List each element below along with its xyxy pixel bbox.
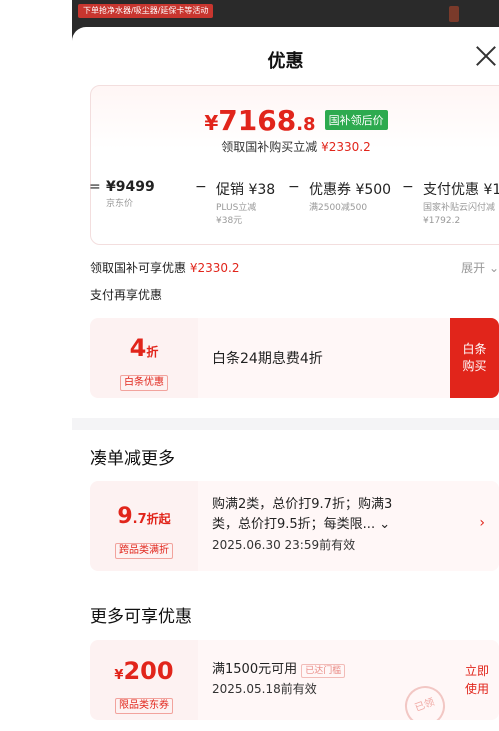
sheet-title: 优惠 bbox=[267, 51, 304, 72]
subsidy-row-amount: ¥2330.2 bbox=[189, 261, 240, 275]
section-title-more-savings: 凑单减更多 bbox=[90, 449, 175, 469]
jd-coupon-value-area: ¥200 限品类东券 bbox=[90, 640, 198, 720]
subsidy-line-amount: ¥2330.2 bbox=[321, 140, 371, 154]
op-equals: = bbox=[89, 179, 101, 195]
breakdown-coupon: 优惠券 ¥500 满2500减500 bbox=[309, 179, 391, 215]
final-price: ¥7168.8 国补领后价 bbox=[91, 104, 499, 137]
price-currency: ¥ bbox=[204, 111, 219, 135]
subsidy-line-text: 领取国补购买立减 bbox=[221, 140, 318, 154]
section-title-extra-offers: 更多可享优惠 bbox=[90, 607, 192, 627]
baitiao-desc: 白条24期息费4折 bbox=[212, 351, 323, 367]
breakdown-desc: 京东价 bbox=[106, 199, 134, 209]
pay-more-label: 支付再享优惠 bbox=[90, 288, 163, 302]
chevron-right-icon: › bbox=[479, 515, 485, 531]
page: 下单抢净水器/吸尘器/延保卡等活动 优惠 ¥7168.8 国补领后价 领取国补购… bbox=[0, 0, 499, 731]
expand-label: 展开 bbox=[461, 261, 486, 275]
baitiao-buy-label-2: 购买 bbox=[462, 359, 487, 373]
breakdown-label: 支付优惠 ¥1792 bbox=[423, 182, 499, 198]
breakdown-label: 优惠券 ¥500 bbox=[309, 182, 392, 198]
cross-date: 2025.06.30 23:59前有效 bbox=[212, 538, 356, 552]
cross-category-coupon[interactable]: 9.7折起 跨品类满折 购满2类，总价打9.7折；购满3 类，总价打9.5折；每… bbox=[90, 481, 499, 571]
cross-badge: 跨品类满折 bbox=[115, 543, 173, 559]
baitiao-badge: 白条优惠 bbox=[120, 375, 168, 391]
cross-unit: 折起 bbox=[146, 512, 171, 526]
subsidy-row-text: 领取国补可享优惠 bbox=[90, 261, 187, 275]
cross-desc-area: 购满2类，总价打9.7折；购满3 类，总价打9.5折；每类限... ⌄ 2025… bbox=[198, 481, 499, 571]
subsidy-price-tag: 国补领后价 bbox=[324, 110, 388, 130]
cross-value: 9 bbox=[117, 504, 133, 529]
use-now-button[interactable]: 立即 使用 bbox=[465, 662, 489, 698]
chevron-down-icon: ⌄ bbox=[488, 261, 499, 275]
expand-toggle[interactable]: 展开 ⌄ bbox=[461, 259, 499, 276]
breakdown-label: 促销 ¥38 bbox=[216, 182, 276, 198]
use-now-label-1: 立即 bbox=[464, 664, 489, 678]
baitiao-unit: 折 bbox=[146, 345, 159, 359]
breakdown-promotion: 促销 ¥38 PLUS立减 ¥38元 bbox=[216, 179, 275, 228]
breakdown-desc: 国家补贴云闪付减 bbox=[423, 203, 496, 213]
section-separator bbox=[72, 418, 499, 430]
product-thumb bbox=[449, 6, 459, 22]
baitiao-buy-label-1: 白条 bbox=[462, 342, 487, 356]
breakdown-desc: 满2500减500 bbox=[309, 203, 368, 213]
price-summary-card: ¥7168.8 国补领后价 领取国补购买立减 ¥2330.2 = ¥9499 京… bbox=[89, 85, 499, 245]
cross-value-area: 9.7折起 跨品类满折 bbox=[90, 481, 198, 571]
breakdown-desc: PLUS立减 bbox=[216, 203, 257, 213]
jd-coupon-desc: 满1500元可用 bbox=[212, 662, 298, 677]
breakdown-desc2: ¥1792.2 bbox=[423, 216, 461, 226]
price-breakdown: = ¥9499 京东价 − 促销 ¥38 PLUS立减 ¥38元 − 优惠券 ¥5… bbox=[72, 179, 499, 239]
baitiao-coupon: 4折 白条优惠 白条24期息费4折 白条 购买 bbox=[90, 318, 499, 398]
threshold-tag: 已达门槛 bbox=[301, 664, 346, 678]
breakdown-label: ¥9499 bbox=[106, 179, 155, 195]
promo-tag: 下单抢净水器/吸尘器/延保卡等活动 bbox=[78, 4, 214, 18]
cross-desc-line-1: 购满2类，总价打9.7折；购满3 bbox=[212, 497, 393, 512]
jd-coupon: ¥200 限品类东券 满1500元可用 已达门槛 2025.05.18前有效 已… bbox=[90, 640, 499, 720]
cross-desc-line-2: 类，总价打9.5折；每类限... bbox=[212, 517, 376, 532]
jd-coupon-date: 2025.05.18前有效 bbox=[212, 682, 317, 696]
price-integer: 7168 bbox=[218, 104, 297, 137]
cross-value-decimal: .7 bbox=[132, 512, 147, 527]
claimed-stamp: 已领 bbox=[399, 680, 451, 720]
chevron-down-icon[interactable]: ⌄ bbox=[379, 517, 390, 532]
subsidy-row: 领取国补可享优惠 ¥2330.2 bbox=[90, 259, 239, 276]
baitiao-value: 4 bbox=[129, 334, 147, 362]
jd-coupon-badge: 限品类东券 bbox=[115, 698, 173, 714]
subsidy-line: 领取国补购买立减 ¥2330.2 bbox=[91, 138, 499, 155]
breakdown-desc2: ¥38元 bbox=[216, 216, 243, 226]
op-minus: − bbox=[288, 179, 300, 195]
baitiao-buy-button[interactable]: 白条 购买 bbox=[450, 318, 499, 398]
jd-coupon-value: 200 bbox=[123, 657, 174, 685]
op-minus: − bbox=[195, 179, 207, 195]
jd-coupon-desc-area: 满1500元可用 已达门槛 2025.05.18前有效 已领 bbox=[198, 640, 499, 720]
baitiao-value-area: 4折 白条优惠 bbox=[90, 318, 198, 398]
breakdown-jd-price: ¥9499 京东价 bbox=[106, 179, 155, 211]
breakdown-payment: 支付优惠 ¥1792 国家补贴云闪付减 ¥1792.2 bbox=[423, 179, 499, 228]
op-minus: − bbox=[402, 179, 414, 195]
use-now-label-2: 使用 bbox=[464, 682, 489, 696]
close-icon[interactable] bbox=[473, 43, 499, 69]
price-decimal: .8 bbox=[296, 114, 316, 135]
